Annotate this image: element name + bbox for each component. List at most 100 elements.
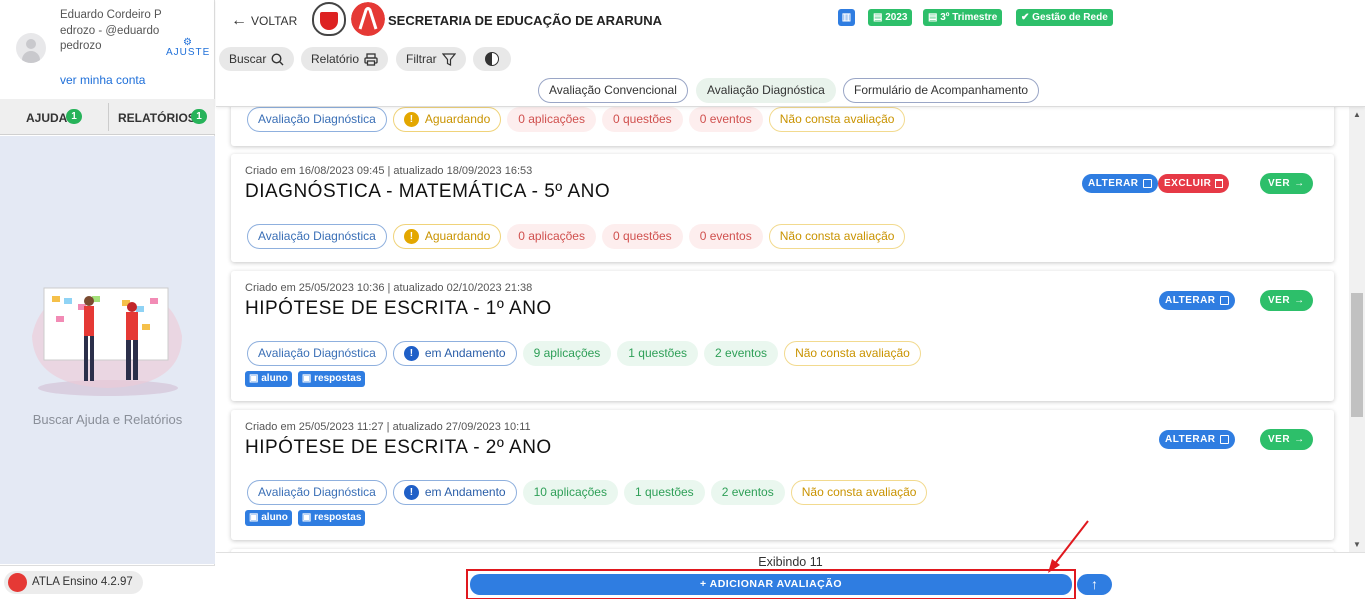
applications-chip: 0 aplicações	[507, 224, 596, 249]
sidebar-tabs: AJUDA 1 RELATÓRIOS 1	[0, 99, 215, 135]
tab-divider	[108, 103, 109, 131]
edit-button[interactable]: ALTERAR	[1159, 430, 1235, 449]
year-pill[interactable]: ▤ 2023	[868, 9, 913, 26]
tab-label: RELATÓRIOS	[118, 111, 196, 125]
tab-relatorios[interactable]: RELATÓRIOS	[118, 99, 196, 135]
status-label: Aguardando	[424, 229, 491, 243]
tab-badge: 1	[191, 109, 207, 124]
type-chip: Avaliação Diagnóstica	[247, 341, 387, 366]
sidebar: Eduardo Cordeiro Pedrozo - @eduardopedro…	[0, 0, 215, 599]
status-chips: Avaliação Diagnóstica ! em Andamento 10 a…	[247, 480, 928, 505]
scroll-down-icon[interactable]: ▼	[1353, 540, 1361, 549]
report-tags: ▣ aluno ▣ respostas	[245, 510, 366, 526]
gear-icon: ⚙	[183, 37, 193, 48]
scrollbar[interactable]: ▲ ▼	[1349, 107, 1365, 552]
version-chip[interactable]: ATLA Ensino 4.2.97	[4, 571, 143, 594]
card-title: DIAGNÓSTICA - MATEMÁTICA - 5º ANO	[245, 181, 611, 202]
status-chip: ! em Andamento	[392, 480, 517, 505]
evaluation-chip: Não consta avaliação	[784, 341, 921, 366]
scroll-to-top-button[interactable]: ↑	[1077, 574, 1112, 595]
edit-button[interactable]: ALTERAR	[1159, 291, 1235, 310]
evaluation-chip: Não consta avaliação	[768, 107, 906, 132]
card-title: HIPÓTESE DE ESCRITA - 2º ANO	[245, 437, 552, 458]
back-label: VOLTAR	[251, 14, 298, 28]
view-button[interactable]: VER →	[1260, 290, 1313, 311]
evaluation-chip: Não consta avaliação	[768, 224, 906, 249]
events-chip: 2 eventos	[704, 341, 779, 366]
arrow-right-icon: →	[1294, 178, 1305, 189]
scroll-up-icon[interactable]: ▲	[1353, 110, 1361, 119]
result-count: Exibindo 11	[758, 555, 823, 569]
scope-label: Gestão de Rede	[1032, 12, 1108, 23]
search-button[interactable]: Buscar	[219, 47, 295, 71]
scope-pill[interactable]: ✔ Gestão de Rede	[1016, 9, 1113, 26]
edit-label: ALTERAR	[1165, 434, 1216, 445]
card-title: HIPÓTESE DE ESCRITA - 1º ANO	[245, 298, 552, 319]
tag-label: aluno	[261, 373, 288, 384]
status-label: Aguardando	[424, 112, 491, 126]
view-label: VER	[1268, 434, 1291, 445]
status-chip: ! Aguardando	[392, 224, 502, 249]
warning-icon: !	[403, 112, 419, 127]
delete-button[interactable]: EXCLUIR	[1158, 174, 1230, 193]
search-label: Buscar	[229, 52, 267, 66]
user-name: Eduardo Cordeiro Pedrozo - @eduardopedro…	[60, 9, 162, 52]
view-label: VER	[1268, 295, 1291, 306]
chart-icon[interactable]: ▥	[838, 9, 855, 26]
arrow-right-icon: →	[1294, 434, 1305, 445]
card-meta: Criado em 25/05/2023 10:36 | atualizado …	[245, 282, 533, 294]
student-tag[interactable]: ▣ aluno	[245, 510, 292, 526]
filter-icon	[441, 52, 456, 66]
status-chips: Avaliação Diagnóstica ! em Andamento 9 ap…	[247, 341, 921, 366]
applications-chip: 0 aplicações	[507, 107, 596, 132]
tab-ajuda[interactable]: AJUDA	[26, 99, 67, 135]
settings-button[interactable]: ⚙ AJUSTE	[166, 37, 210, 59]
calendar-icon: ▤	[873, 12, 886, 23]
atla-logo-icon	[8, 573, 27, 592]
period-pill[interactable]: ▤ 3º Trimestre	[923, 9, 1003, 26]
contrast-icon	[485, 52, 499, 66]
tab-formulario-acompanhamento[interactable]: Formulário de Acompanhamento	[843, 78, 1040, 103]
view-button[interactable]: VER →	[1260, 429, 1313, 450]
year-label: 2023	[885, 12, 908, 23]
applications-chip: 9 aplicações	[522, 341, 612, 366]
student-tag[interactable]: ▣ aluno	[245, 371, 292, 387]
arrow-left-icon: ←	[231, 12, 247, 29]
type-chip: Avaliação Diagnóstica	[247, 224, 387, 249]
version-label: ATLA Ensino 4.2.97	[32, 576, 133, 588]
edit-icon	[1142, 179, 1152, 188]
answers-tag[interactable]: ▣ respostas	[297, 371, 366, 387]
filter-label: Filtrar	[406, 52, 437, 66]
contrast-button[interactable]	[473, 47, 511, 71]
info-icon: !	[403, 485, 419, 500]
print-icon: ▣	[249, 512, 262, 523]
account-link[interactable]: ver minha conta	[60, 73, 145, 87]
questions-chip: 1 questões	[623, 480, 705, 505]
questions-chip: 1 questões	[617, 341, 699, 366]
search-icon	[271, 52, 284, 65]
tab-avaliacao-convencional[interactable]: Avaliação Convencional	[538, 78, 688, 103]
report-tags: ▣ aluno ▣ respostas	[245, 371, 366, 387]
scrollbar-thumb[interactable]	[1351, 293, 1363, 417]
tag-label: respostas	[314, 512, 362, 523]
card-meta: Criado em 25/05/2023 11:27 | atualizado …	[245, 421, 531, 433]
header: ← VOLTAR SECRETARIA DE EDUCAÇÃO DE ARARU…	[216, 0, 1365, 107]
avatar[interactable]	[16, 33, 46, 63]
edit-label: ALTERAR	[1088, 178, 1139, 189]
version-bar: ATLA Ensino 4.2.97	[0, 565, 215, 599]
tab-avaliacao-diagnostica[interactable]: Avaliação Diagnóstica	[696, 78, 836, 103]
events-chip: 0 eventos	[688, 224, 763, 249]
filter-button[interactable]: Filtrar	[396, 47, 466, 71]
print-icon: ▣	[301, 512, 315, 523]
answers-tag[interactable]: ▣ respostas	[297, 510, 366, 526]
report-button[interactable]: Relatório	[301, 47, 389, 71]
print-icon: ▣	[301, 373, 315, 384]
back-button[interactable]: ← VOLTAR	[231, 12, 297, 30]
assessment-list: Avaliação Diagnóstica ! Aguardando 0 apli…	[216, 107, 1349, 552]
period-label: 3º Trimestre	[940, 12, 998, 23]
questions-chip: 0 questões	[601, 224, 683, 249]
add-assessment-button[interactable]: + ADICIONAR AVALIAÇÃO	[470, 574, 1072, 595]
edit-button[interactable]: ALTERAR	[1082, 174, 1158, 193]
view-button[interactable]: VER →	[1260, 173, 1313, 194]
print-icon: ▣	[249, 373, 262, 384]
